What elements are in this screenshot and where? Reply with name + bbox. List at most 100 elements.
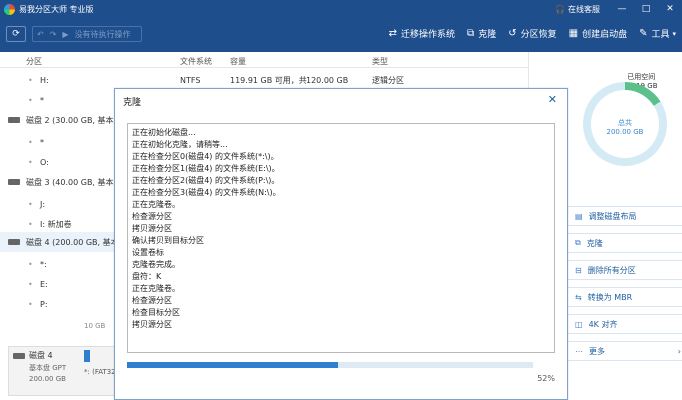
row-filesystem: NTFS — [180, 75, 201, 85]
refresh-button[interactable]: ⟳ — [6, 26, 26, 42]
row-bullet: • — [28, 219, 33, 229]
close-icon[interactable]: ✕ — [548, 93, 557, 106]
clone-dialog: 克隆 ✕ 正在初始化磁盘... 正在初始化克隆，请稍等... 正在检查分区0(磁盘4… — [114, 88, 568, 400]
title-bar-right: 🎧 在线客服 — □ ✕ — [555, 0, 682, 18]
disk-label: 磁盘 4 (200.00 GB, 基本 — [26, 237, 119, 247]
disk-map-type: 基本盘 GPT — [29, 364, 67, 372]
row-bullet: • — [28, 95, 33, 105]
disk-icon — [13, 353, 25, 359]
tools-icon: ✎ — [639, 28, 648, 39]
row-partition: * — [40, 95, 44, 105]
row-partition: O: — [40, 157, 49, 167]
disk-icon — [8, 117, 20, 123]
row-bullet: • — [28, 157, 33, 167]
main-toolbar: ⟳ ↶ ↷ ▶ 没有待执行操作 ⇄ 迁移操作系统 ⧉ 克隆 ↺ 分区恢复 ▦ 创建启动盘… — [0, 18, 682, 52]
row-partition: * — [40, 137, 44, 147]
create-bootdisk-button[interactable]: ▦ 创建启动盘 — [569, 27, 627, 40]
migrate-os-button[interactable]: ⇄ 迁移操作系统 — [389, 27, 455, 40]
clone-progress-fill — [127, 362, 339, 368]
clone-action-label: 克隆 — [586, 238, 603, 248]
disk-icon — [8, 239, 20, 245]
minimize-button[interactable]: — — [610, 4, 634, 14]
disk-icon — [8, 179, 20, 185]
app-title: 易我分区大师 专业版 — [19, 4, 94, 14]
log-line: 确认拷贝到目标分区 — [132, 236, 204, 245]
col-type[interactable]: 类型 — [372, 56, 388, 67]
row-type: 逻辑分区 — [372, 75, 404, 85]
convert-mbr-label: 转换为 MBR — [587, 292, 633, 302]
col-filesystem[interactable]: 文件系统 — [180, 56, 212, 67]
delete-all-label: 删除所有分区 — [587, 265, 636, 275]
log-line: 拷贝源分区 — [132, 224, 172, 233]
log-line: 拷贝源分区 — [132, 320, 172, 329]
convert-mbr-button[interactable]: ⇆ 转换为 MBR — [566, 287, 682, 307]
pending-operations-label[interactable]: 没有待执行操作 — [75, 29, 131, 40]
partition-recovery-button[interactable]: ↺ 分区恢复 — [508, 27, 556, 40]
align-4k-button[interactable]: ◫ 4K 对齐 — [566, 314, 682, 334]
log-line: 检查源分区 — [132, 296, 172, 305]
disk-map-name: 磁盘 4 — [29, 351, 53, 360]
toolbar-left: ⟳ ↶ ↷ ▶ 没有待执行操作 — [6, 26, 142, 42]
log-line: 盘符：K — [132, 272, 162, 281]
log-line: 正在克隆卷。 — [132, 200, 180, 209]
chevron-down-icon: ▾ — [672, 29, 676, 38]
clone-action-button[interactable]: ⧉ 克隆 — [566, 233, 682, 253]
partition-map-label: *: (FAT32 — [84, 368, 116, 376]
tools-button[interactable]: ✎ 工具 ▾ — [639, 27, 676, 40]
more-button[interactable]: ⋯ 更多 › — [566, 341, 682, 361]
align-4k-label: 4K 对齐 — [588, 319, 618, 329]
delete-all-button[interactable]: ⊟ 删除所有分区 — [566, 260, 682, 280]
table-row[interactable]: • H: NTFS 119.91 GB 可用，共 120.00 GB 逻辑分区 — [0, 70, 528, 90]
layout-icon: ▤ — [575, 211, 583, 221]
maximize-button[interactable]: □ — [634, 4, 658, 14]
row-partition: J: — [40, 199, 46, 209]
log-line: 正在检查分区3(磁盘4) 的文件系统(N:\)。 — [132, 188, 281, 197]
log-line: 检查源分区 — [132, 212, 172, 221]
clone-icon: ⧉ — [575, 238, 581, 247]
clone-toolbar-label: 克隆 — [478, 30, 497, 40]
row-partition: H: — [40, 75, 49, 85]
bottom-size-label: 10 GB — [84, 322, 106, 330]
online-support-label: 在线客服 — [568, 4, 600, 14]
log-line: 正在克隆卷。 — [132, 284, 180, 293]
disk-label: 磁盘 2 (30.00 GB, 基本盘 — [26, 115, 122, 125]
clone-icon: ⧉ — [467, 28, 475, 39]
undo-icon[interactable]: ↶ — [37, 30, 44, 39]
dialog-title: 克隆 — [123, 98, 142, 108]
adjust-layout-button[interactable]: ▤ 调整磁盘布局 — [566, 206, 682, 226]
row-bullet: • — [28, 259, 33, 269]
close-window-button[interactable]: ✕ — [658, 4, 682, 14]
online-support-button[interactable]: 🎧 在线客服 — [555, 4, 600, 15]
refresh-icon: ⟳ — [12, 29, 20, 39]
app-logo-icon — [4, 3, 15, 15]
log-line: 正在初始化克隆，请稍等... — [132, 140, 228, 149]
partition-bar[interactable] — [84, 350, 90, 362]
row-bullet: • — [28, 279, 33, 289]
log-line: 克隆卷完成。 — [132, 260, 180, 269]
row-bullet: • — [28, 299, 33, 309]
row-capacity-total: 120.00 GB — [306, 75, 349, 85]
headset-icon: 🎧 — [555, 4, 565, 14]
col-partition[interactable]: 分区 — [26, 56, 42, 67]
total-space-block: 总共 200.00 GB — [593, 118, 657, 136]
clone-log: 正在初始化磁盘... 正在初始化克隆，请稍等... 正在检查分区0(磁盘4) 的文件… — [127, 123, 555, 353]
bootdisk-icon: ▦ — [568, 28, 579, 39]
row-partition: P: — [40, 299, 48, 309]
total-space-value: 200.00 GB — [606, 128, 644, 136]
log-line: 检查目标分区 — [132, 308, 180, 317]
create-bootdisk-label: 创建启动盘 — [582, 30, 628, 40]
execute-icon[interactable]: ▶ — [62, 30, 68, 39]
clone-toolbar-button[interactable]: ⧉ 克隆 — [467, 27, 496, 40]
migrate-os-icon: ⇄ — [388, 28, 398, 39]
migrate-os-label: 迁移操作系统 — [401, 30, 456, 40]
col-capacity[interactable]: 容量 — [230, 56, 246, 67]
row-partition: E: — [40, 279, 48, 289]
used-space-label: 已用空间 — [627, 73, 656, 81]
clone-progress-bar — [127, 362, 533, 368]
row-bullet: • — [28, 75, 33, 85]
pending-operations-group: ↶ ↷ ▶ 没有待执行操作 — [32, 26, 142, 42]
row-bullet: • — [28, 137, 33, 147]
recover-icon: ↺ — [508, 28, 517, 39]
redo-icon[interactable]: ↷ — [50, 30, 57, 39]
more-label: 更多 — [589, 346, 605, 356]
